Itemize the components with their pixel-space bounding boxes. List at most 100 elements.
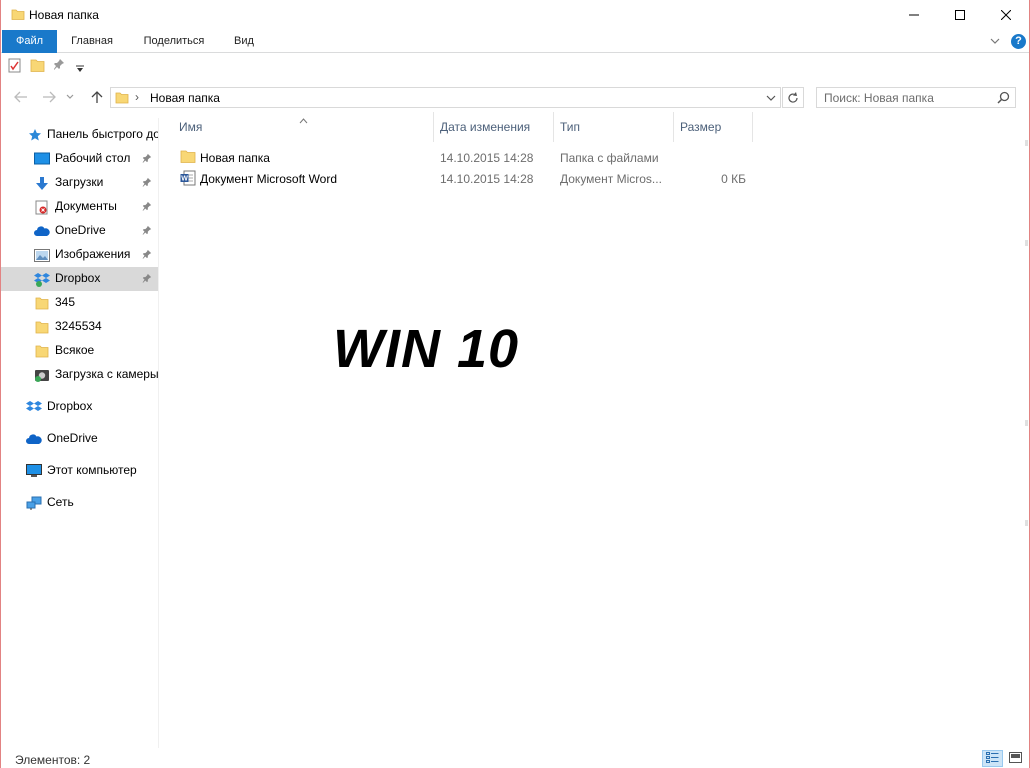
- tab-view[interactable]: Вид: [226, 30, 262, 53]
- nav-item-folder-345[interactable]: 345: [1, 291, 158, 315]
- nav-item-label: OneDrive: [47, 431, 98, 445]
- nav-item-pictures[interactable]: Изображения: [1, 243, 158, 267]
- folder-icon: [33, 318, 51, 336]
- pin-icon[interactable]: [142, 248, 152, 262]
- nav-item-network[interactable]: Сеть: [1, 491, 158, 515]
- breadcrumb-separator[interactable]: ›: [135, 90, 139, 104]
- overlay-watermark-text: WIN 10: [333, 319, 520, 379]
- file-date: 14.10.2015 14:28: [440, 172, 534, 186]
- column-header-date[interactable]: Дата изменения: [434, 112, 554, 142]
- search-icon[interactable]: [997, 91, 1010, 107]
- file-type: Папка с файлами: [560, 151, 659, 165]
- address-bar[interactable]: › Новая папка: [110, 87, 781, 108]
- table-row[interactable]: Новая папка 14.10.2015 14:28 Папка с фай…: [161, 147, 761, 168]
- word-doc-icon: W: [180, 170, 196, 189]
- new-folder-icon[interactable]: [30, 58, 45, 76]
- scroll-hint: [1025, 520, 1028, 526]
- camera-roll-icon: [33, 366, 51, 384]
- nav-item-onedrive[interactable]: OneDrive: [1, 427, 158, 451]
- properties-icon[interactable]: [8, 58, 22, 76]
- search-input[interactable]: [817, 88, 992, 107]
- folder-icon: [11, 7, 25, 24]
- nav-item-label: 345: [55, 295, 76, 309]
- explorer-window: Новая папка Файл Главная Поделиться Вид …: [0, 0, 1030, 768]
- nav-item-documents[interactable]: Документы: [1, 195, 158, 219]
- tiles-view-button[interactable]: [1005, 750, 1026, 767]
- nav-item-label: Документы: [55, 199, 117, 213]
- nav-item-folder-3245534[interactable]: 3245534: [1, 315, 158, 339]
- star-icon: [26, 126, 44, 144]
- scroll-hint: [1025, 240, 1028, 246]
- dropbox-icon: [33, 270, 51, 288]
- nav-item-dropbox[interactable]: Dropbox: [1, 395, 158, 419]
- nav-item-label: 3245534: [55, 319, 102, 333]
- item-count: Элементов: 2: [15, 753, 91, 767]
- nav-item-label: Рабочий стол: [55, 151, 131, 165]
- folder-icon: [180, 149, 196, 167]
- column-header-type[interactable]: Тип: [554, 112, 674, 142]
- nav-item-camera-uploads[interactable]: Загрузка с камеры: [1, 363, 159, 387]
- nav-item-onedrive-pinned[interactable]: OneDrive: [1, 219, 158, 243]
- file-name: Новая папка: [200, 151, 270, 165]
- onedrive-icon: [33, 222, 51, 240]
- nav-item-label: Dropbox: [55, 271, 101, 285]
- scroll-hint: [1025, 420, 1028, 426]
- nav-item-folder-misc[interactable]: Всякое: [1, 339, 158, 363]
- pin-icon[interactable]: [53, 58, 65, 73]
- details-view-icon: [986, 751, 999, 766]
- nav-item-label: OneDrive: [55, 223, 106, 237]
- network-icon: [25, 494, 43, 512]
- recent-locations-button[interactable]: [63, 87, 77, 107]
- dropbox-icon: [25, 398, 43, 416]
- tab-share[interactable]: Поделиться: [135, 30, 213, 53]
- file-size: 0 КБ: [721, 172, 746, 186]
- file-name: Документ Microsoft Word: [200, 172, 338, 186]
- title-bar[interactable]: Новая папка: [1, 0, 1029, 30]
- nav-item-label: Сеть: [47, 495, 74, 509]
- help-icon[interactable]: ?: [1011, 34, 1026, 49]
- folder-icon: [33, 342, 51, 360]
- pin-icon[interactable]: [142, 200, 152, 214]
- up-button[interactable]: [87, 87, 107, 107]
- details-view-button[interactable]: [982, 750, 1003, 767]
- nav-quick-access[interactable]: Панель быстрого доступа: [1, 123, 158, 147]
- onedrive-icon: [25, 430, 43, 448]
- ribbon-tabs: Файл Главная Поделиться Вид ?: [1, 30, 1029, 53]
- documents-icon: [33, 198, 51, 216]
- chevron-down-icon[interactable]: [766, 92, 776, 106]
- pin-icon[interactable]: [142, 224, 152, 238]
- navigation-bar: › Новая папка: [1, 84, 1029, 110]
- breadcrumb-current[interactable]: Новая папка: [150, 91, 220, 105]
- search-box[interactable]: [816, 87, 1016, 108]
- tab-file[interactable]: Файл: [2, 30, 57, 53]
- nav-item-label: Загрузки: [55, 175, 104, 189]
- table-row[interactable]: W Документ Microsoft Word 14.10.2015 14:…: [161, 168, 761, 189]
- column-header-name[interactable]: Имя: [173, 112, 434, 142]
- back-button[interactable]: [11, 87, 31, 107]
- refresh-button[interactable]: [782, 87, 804, 108]
- nav-item-downloads[interactable]: Загрузки: [1, 171, 158, 195]
- navigation-pane: Панель быстрого доступа Рабочий стол Заг…: [1, 118, 159, 748]
- maximize-button[interactable]: [937, 0, 983, 30]
- minimize-button[interactable]: [891, 0, 937, 30]
- expand-ribbon-icon[interactable]: [989, 35, 1001, 50]
- forward-button[interactable]: [39, 87, 59, 107]
- tiles-view-icon: [1009, 751, 1022, 766]
- nav-item-this-pc[interactable]: Этот компьютер: [1, 459, 158, 483]
- nav-item-desktop[interactable]: Рабочий стол: [1, 147, 158, 171]
- nav-item-dropbox-pinned[interactable]: Dropbox: [1, 267, 158, 291]
- close-button[interactable]: [983, 0, 1029, 30]
- pin-icon[interactable]: [142, 176, 152, 190]
- nav-item-label: Загрузка с камеры: [55, 367, 159, 381]
- folder-icon: [115, 91, 129, 107]
- column-header-size[interactable]: Размер: [674, 112, 753, 142]
- status-bar: Элементов: 2: [1, 748, 1029, 768]
- pin-icon[interactable]: [142, 272, 152, 286]
- pin-icon[interactable]: [142, 152, 152, 166]
- customize-dropdown-icon[interactable]: [76, 62, 84, 76]
- tab-home[interactable]: Главная: [63, 30, 121, 53]
- nav-item-label: Панель быстрого доступа: [47, 127, 158, 141]
- computer-icon: [25, 462, 43, 480]
- quick-access-toolbar: [1, 54, 1029, 78]
- file-type: Документ Micros...: [560, 172, 662, 186]
